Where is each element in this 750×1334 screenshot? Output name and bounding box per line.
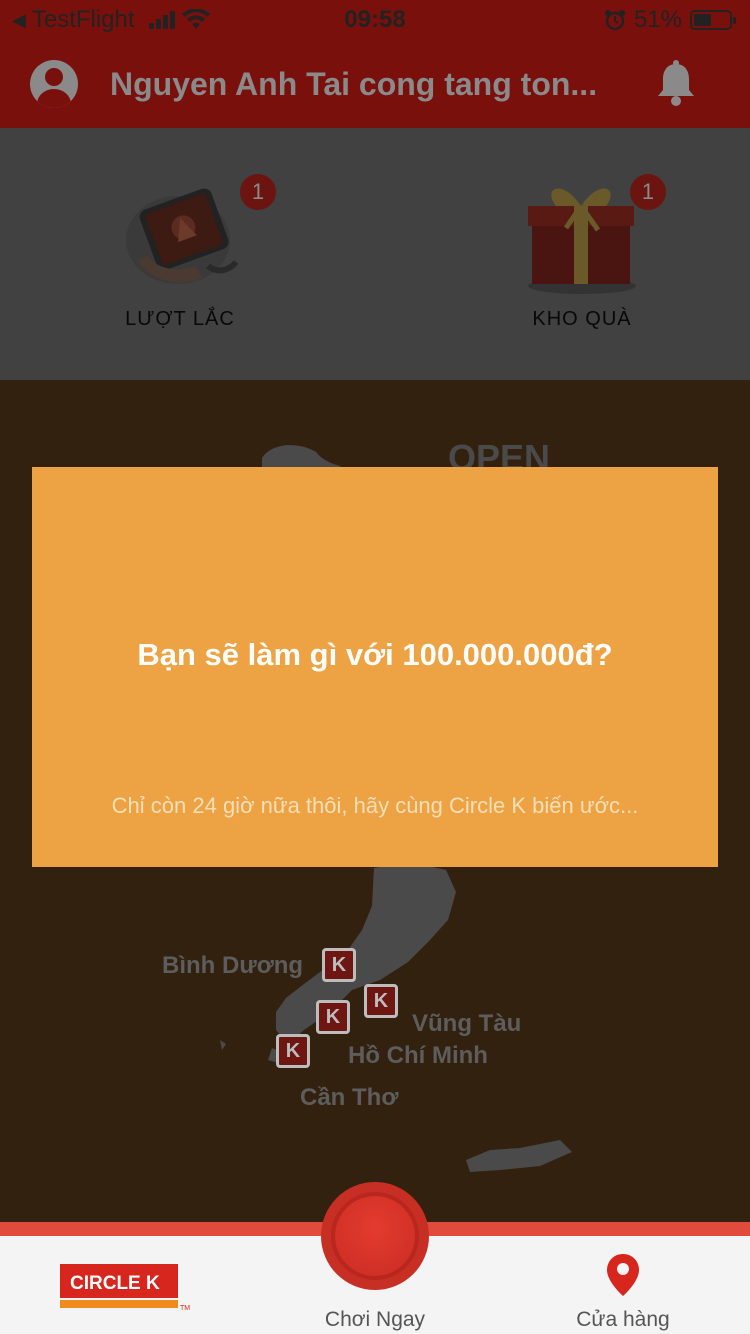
alarm-icon	[604, 10, 625, 31]
city-label-binh-duong: Bình Dương	[162, 952, 304, 979]
user-name-title: Nguyen Anh Tai cong tang ton...	[110, 66, 598, 102]
circle-k-logo[interactable]: CIRCLE K TM	[60, 1264, 190, 1312]
summary-panel: 1 LƯỢT LẮC 1 KHO QUÀ	[0, 128, 750, 380]
store-location-pin-icon[interactable]	[605, 1252, 641, 1298]
gift-store-item[interactable]: 1 KHO QUÀ	[432, 128, 732, 380]
store-marker-icon[interactable]: K	[364, 984, 398, 1018]
profile-avatar-icon[interactable]	[30, 60, 78, 108]
play-now-button[interactable]	[331, 1192, 419, 1280]
gift-box-icon	[528, 188, 636, 294]
promo-dialog-subtitle: Chỉ còn 24 giờ nữa thôi, hãy cùng Circle…	[111, 793, 639, 818]
gift-store-label: KHO QUÀ	[532, 308, 632, 330]
battery-level-fill	[694, 14, 711, 26]
promo-dialog[interactable]: Bạn sẽ làm gì với 100.000.000đ? Chỉ còn …	[32, 467, 718, 867]
notification-bell-icon[interactable]	[654, 60, 698, 108]
store-marker-icon[interactable]: K	[316, 1000, 350, 1034]
shake-count-badge: 1	[240, 174, 276, 210]
shake-count-item[interactable]: 1 LƯỢT LẮC	[30, 128, 330, 380]
gift-count-badge: 1	[630, 174, 666, 210]
store-marker-icon[interactable]: K	[276, 1034, 310, 1068]
status-bar: ◀ TestFlight 09:58 51%	[0, 0, 750, 40]
phone-shake-icon	[126, 188, 239, 284]
app-header: Nguyen Anh Tai cong tang ton...	[0, 40, 750, 128]
store-marker-icon[interactable]: K	[322, 948, 356, 982]
promo-dialog-title: Bạn sẽ làm gì với 100.000.000đ?	[137, 637, 613, 672]
shake-count-label: LƯỢT LẮC	[125, 308, 235, 330]
logo-text: CIRCLE K	[70, 1273, 160, 1294]
svg-text:TM: TM	[180, 1305, 190, 1312]
tab-play-now-label[interactable]: Chơi Ngay	[300, 1308, 450, 1332]
tab-store-label[interactable]: Cửa hàng	[548, 1308, 698, 1332]
city-label-vung-tau: Vũng Tàu	[412, 1010, 522, 1037]
battery-percent: 51%	[633, 6, 682, 33]
city-label-ho-chi-minh: Hồ Chí Minh	[348, 1042, 488, 1069]
city-label-can-tho: Cần Thơ	[300, 1084, 399, 1111]
battery-icon	[690, 10, 736, 30]
